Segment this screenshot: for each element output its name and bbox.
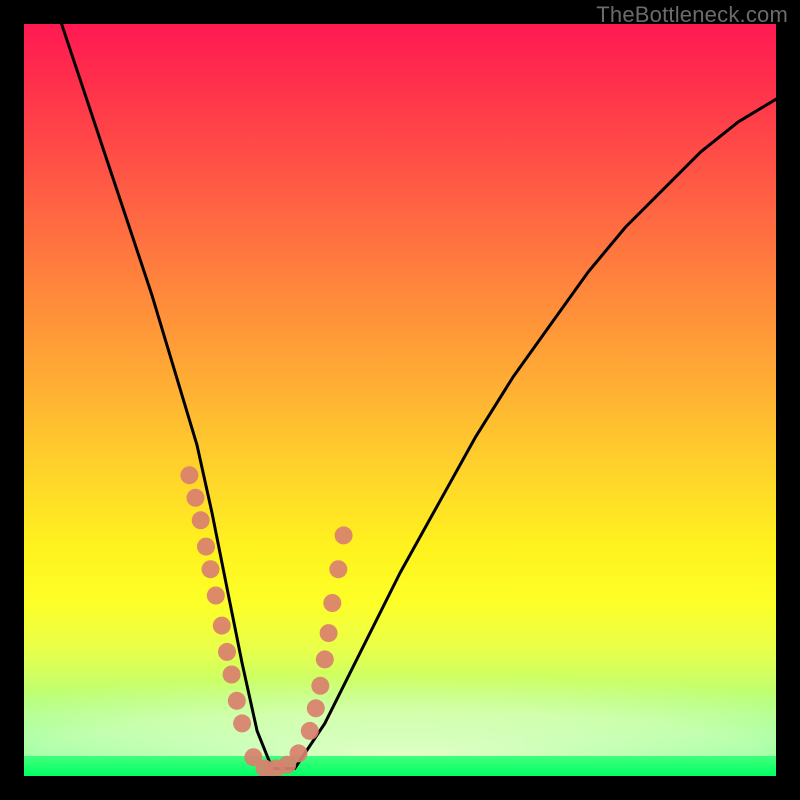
data-point (311, 677, 329, 695)
data-point (233, 714, 251, 732)
data-point (335, 526, 353, 544)
data-point (290, 744, 308, 762)
data-point (192, 511, 210, 529)
data-point (207, 587, 225, 605)
data-point (329, 560, 347, 578)
data-point (316, 650, 334, 668)
data-point (228, 692, 246, 710)
data-point (223, 666, 241, 684)
data-point (197, 538, 215, 556)
data-point (307, 699, 325, 717)
data-point (180, 466, 198, 484)
data-point (213, 617, 231, 635)
data-point (320, 624, 338, 642)
chart-svg (24, 24, 776, 776)
data-point (218, 643, 236, 661)
data-point (202, 560, 220, 578)
data-point (187, 489, 205, 507)
data-point (301, 722, 319, 740)
data-points-group (180, 466, 352, 776)
bottleneck-curve (62, 24, 776, 769)
chart-frame: TheBottleneck.com (0, 0, 800, 800)
data-point (323, 594, 341, 612)
plot-area (24, 24, 776, 776)
